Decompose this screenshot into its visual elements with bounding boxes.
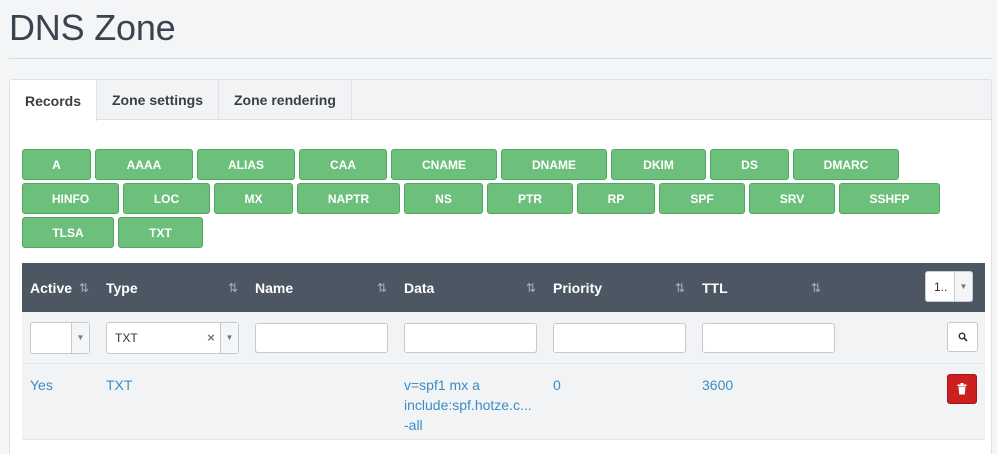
chevron-down-icon: ▼ [71,322,89,353]
sort-icon: ⇅ [78,280,89,295]
tab-bar: Records Zone settings Zone rendering [10,80,991,121]
record-type-buttons: A AAAA ALIAS CAA CNAME DNAME DKIM DS DMA… [22,149,962,251]
column-header-priority[interactable]: Priority ⇅ [545,263,694,312]
column-label: Data [404,279,435,296]
add-srv-button[interactable]: SRV [749,183,835,214]
filter-cell [694,322,843,353]
page-size-select[interactable]: 1.. ▼ [925,271,973,302]
column-label: TTL [702,279,728,296]
sort-icon: ⇅ [525,280,536,295]
add-naptr-button[interactable]: NAPTR [297,183,400,214]
column-header-name[interactable]: Name ⇅ [247,263,396,312]
add-hinfo-button[interactable]: HINFO [22,183,119,214]
record-type-row: TLSA TXT [22,217,962,248]
column-header-ttl[interactable]: TTL ⇅ [694,263,830,312]
type-filter-select[interactable]: TXT × ▼ [106,321,239,354]
add-spf-button[interactable]: SPF [659,183,745,214]
column-label: Type [106,279,138,296]
record-type-row: A AAAA ALIAS CAA CNAME DNAME DKIM DS DMA… [22,149,962,180]
add-cname-button[interactable]: CNAME [391,149,497,180]
page-title: DNS Zone [9,7,176,48]
add-a-button[interactable]: A [22,149,91,180]
add-mx-button[interactable]: MX [214,183,293,214]
type-filter-value: TXT [115,330,138,345]
records-grid: Active ⇅ Type ⇅ Name ⇅ Data ⇅ Priority ⇅… [22,263,985,440]
filter-row: ▼ TXT × ▼ [22,312,985,364]
cell-ttl: 3600 [702,377,734,393]
add-dkim-button[interactable]: DKIM [611,149,706,180]
filter-cell: ▼ [22,321,98,354]
cell-type: TXT [106,377,133,393]
zone-panel: Records Zone settings Zone rendering A A… [9,79,992,454]
add-ds-button[interactable]: DS [710,149,789,180]
add-rp-button[interactable]: RP [577,183,655,214]
column-label: Priority [553,279,603,296]
page-size-value: 1.. [934,279,948,294]
ttl-filter-input[interactable] [702,322,835,353]
active-filter-select[interactable]: ▼ [30,321,90,354]
column-label: Name [255,279,294,296]
filter-cell [545,322,694,353]
column-label: Active [30,279,73,296]
priority-filter-input[interactable] [553,322,686,353]
sort-icon: ⇅ [810,280,821,295]
add-dmarc-button[interactable]: DMARC [793,149,899,180]
cell-priority: 0 [553,377,561,393]
add-caa-button[interactable]: CAA [299,149,387,180]
filter-cell: TXT × ▼ [98,321,247,354]
filter-cell [247,322,396,353]
cell-data: v=spf1 mx a include:spf.hotze.c... -all [396,364,545,439]
grid-header: Active ⇅ Type ⇅ Name ⇅ Data ⇅ Priority ⇅… [22,263,985,312]
clear-icon[interactable]: × [202,330,220,345]
sort-icon: ⇅ [227,280,238,295]
chevron-down-icon: ▼ [220,322,238,353]
table-row[interactable]: Yes TXT v=spf1 mx a include:spf.hotze.c.… [22,364,985,440]
record-type-row: HINFO LOC MX NAPTR NS PTR RP SPF SRV SSH… [22,183,962,214]
search-icon [958,332,968,342]
add-ptr-button[interactable]: PTR [487,183,573,214]
column-header-data[interactable]: Data ⇅ [396,263,545,312]
column-header-type[interactable]: Type ⇅ [98,263,247,312]
cell-name [247,364,396,439]
add-txt-button[interactable]: TXT [118,217,203,248]
cell-active: Yes [30,377,53,393]
search-button[interactable] [947,322,978,352]
filter-cell [396,322,545,353]
delete-record-button[interactable] [947,374,977,404]
trash-icon [957,383,967,395]
data-filter-input[interactable] [404,322,537,353]
title-divider [9,58,992,59]
tab-zone-settings[interactable]: Zone settings [97,80,219,120]
tab-records[interactable]: Records [10,80,97,121]
data-line: include:spf.hotze.c... [404,397,532,413]
add-dname-button[interactable]: DNAME [501,149,607,180]
add-ns-button[interactable]: NS [404,183,483,214]
sort-icon: ⇅ [674,280,685,295]
add-loc-button[interactable]: LOC [123,183,210,214]
chevron-down-icon: ▼ [954,272,972,301]
sort-icon: ⇅ [376,280,387,295]
add-alias-button[interactable]: ALIAS [197,149,295,180]
name-filter-input[interactable] [255,322,388,353]
data-line: -all [404,417,423,433]
add-tlsa-button[interactable]: TLSA [22,217,114,248]
add-aaaa-button[interactable]: AAAA [95,149,193,180]
column-header-active[interactable]: Active ⇅ [22,263,98,312]
data-line: v=spf1 mx a [404,377,480,393]
add-sshfp-button[interactable]: SSHFP [839,183,940,214]
tab-zone-rendering[interactable]: Zone rendering [219,80,352,120]
